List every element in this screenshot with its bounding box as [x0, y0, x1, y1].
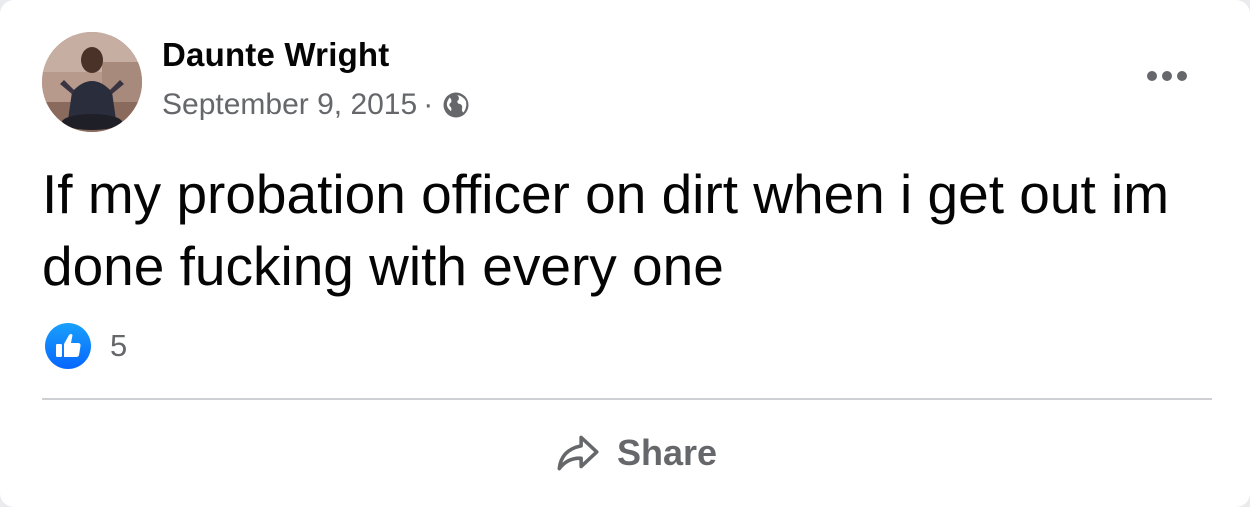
like-icon [45, 323, 91, 369]
more-options-icon [1162, 71, 1172, 81]
divider [42, 398, 1212, 400]
post-text: If my probation officer on dirt when i g… [42, 163, 1170, 297]
share-label: Share [616, 432, 718, 473]
like-count: 5 [110, 328, 128, 363]
post-date[interactable]: September 9, 2015 [162, 88, 417, 122]
avatar-photo [42, 32, 142, 132]
author-avatar[interactable] [42, 32, 142, 132]
more-options-icon [1147, 71, 1157, 81]
more-options-icon [1177, 71, 1187, 81]
post-meta: September 9, 2015 · [162, 88, 471, 122]
share-arrow-icon [557, 435, 599, 471]
share-button[interactable]: Share [540, 422, 730, 484]
globe-icon[interactable] [441, 90, 471, 120]
reactions-summary[interactable]: 5 [44, 322, 127, 370]
meta-separator: · [423, 88, 434, 121]
more-options-button[interactable] [1142, 64, 1192, 88]
post-card: Daunte Wright September 9, 2015 · If my … [0, 0, 1250, 507]
author-name[interactable]: Daunte Wright [162, 36, 389, 74]
